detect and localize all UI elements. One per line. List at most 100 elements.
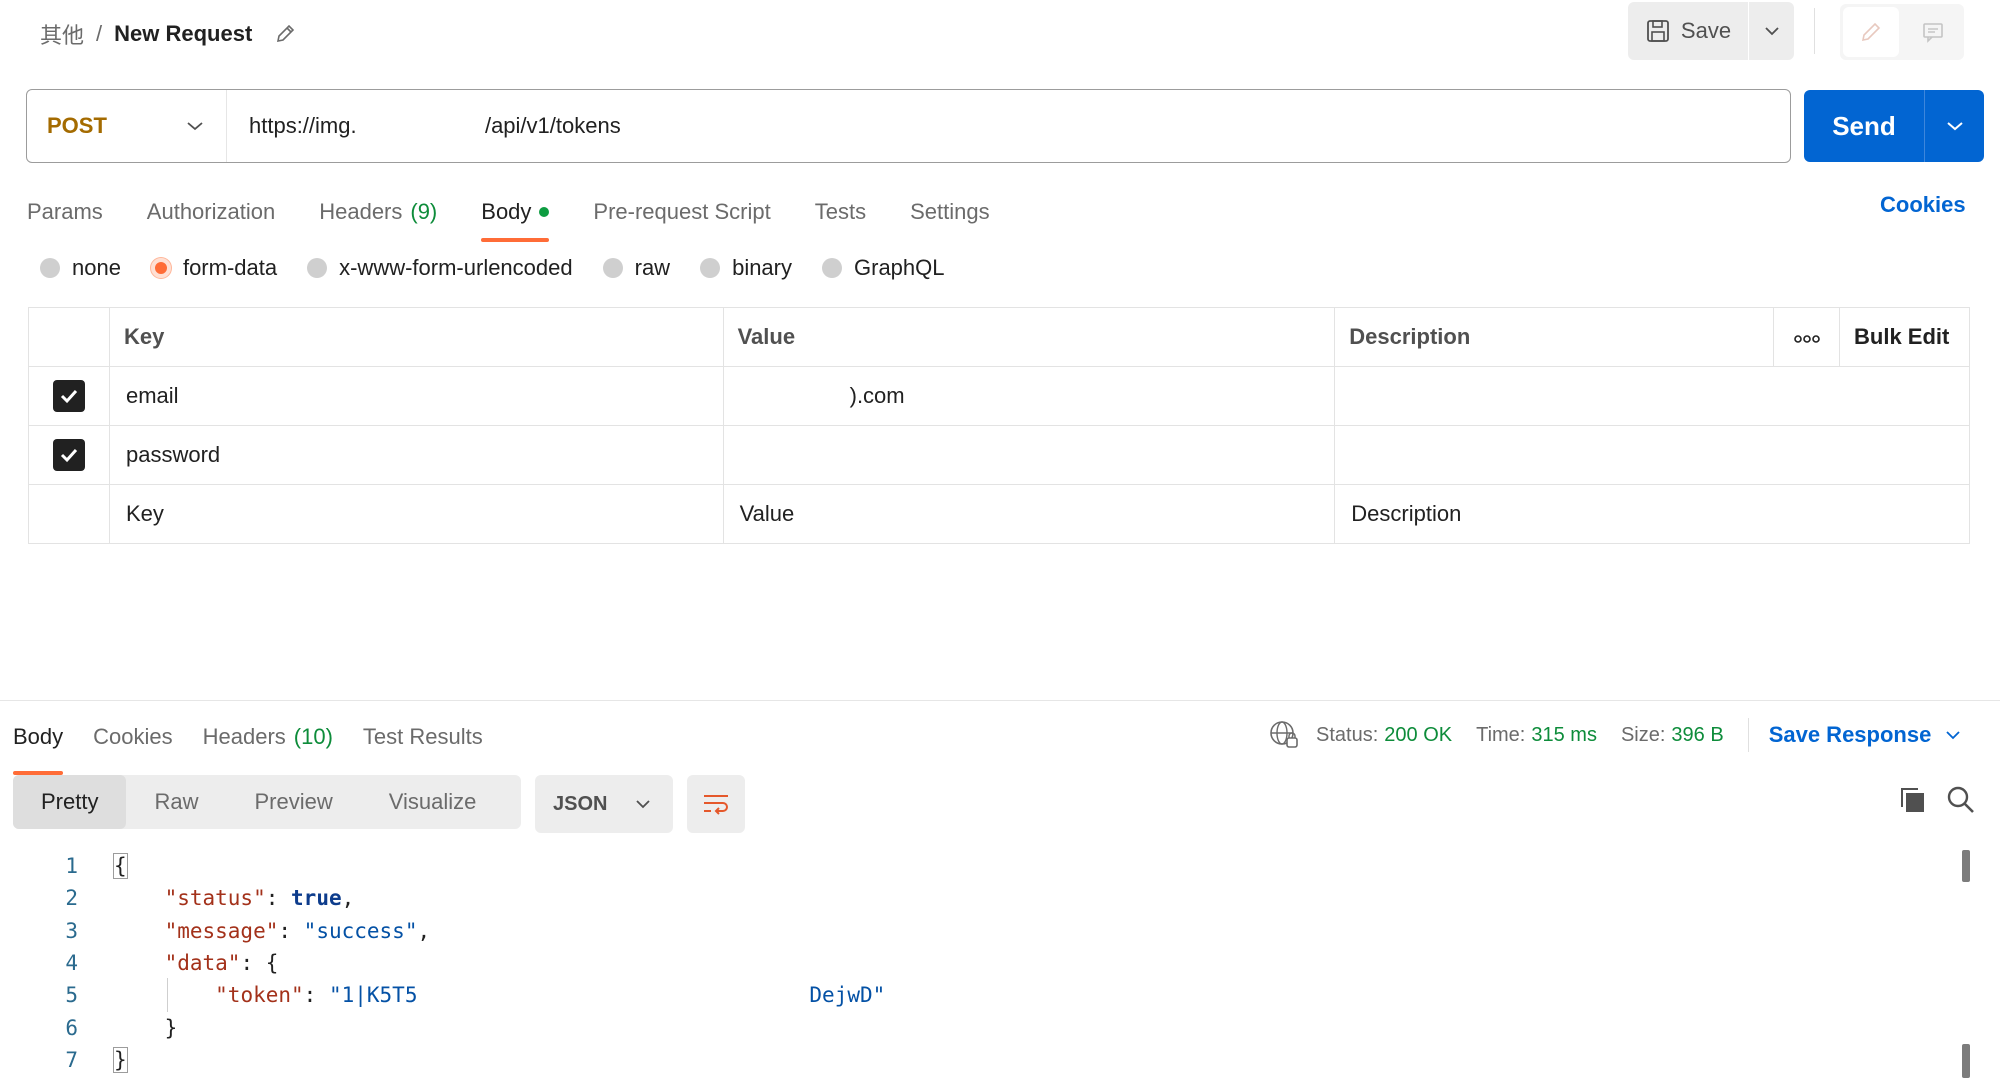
request-name[interactable]: New Request (114, 21, 252, 47)
tab-tests[interactable]: Tests (815, 190, 866, 234)
code-line: 4 "data": { (0, 947, 1990, 979)
response-tools (1898, 785, 1976, 815)
tab-body[interactable]: Body (481, 190, 550, 242)
json-key: "data" (164, 951, 241, 976)
code-text: { (78, 853, 128, 880)
radio-form-data[interactable]: form-data (150, 255, 278, 281)
save-button[interactable]: Save (1628, 2, 1748, 60)
radio-circle (40, 258, 60, 278)
new-key-input[interactable]: Key (108, 484, 724, 544)
resp-tab-cookies[interactable]: Cookies (93, 715, 172, 759)
row-checkbox-cell (28, 366, 110, 426)
row-value[interactable] (722, 425, 1336, 485)
line-number: 4 (65, 951, 78, 976)
send-options-chevron-icon[interactable] (1924, 90, 1984, 162)
radio-binary[interactable]: binary (700, 255, 792, 281)
response-tabs: Body Cookies Headers (10) Test Results (13, 715, 513, 775)
code-text: "message": "success", (164, 918, 431, 943)
response-code-view[interactable]: 1 { 2 "status": true, 3 "message": "succ… (0, 850, 1990, 1078)
comments-icon[interactable] (1902, 4, 1964, 60)
row-key[interactable]: email (108, 366, 724, 426)
row-description[interactable] (1334, 366, 1970, 426)
url-input[interactable]: https://img. /api/v1/tokens (227, 113, 621, 139)
line-number: 2 (65, 886, 78, 911)
header-key: Key (108, 307, 724, 367)
radio-graphql[interactable]: GraphQL (822, 255, 945, 281)
size-label: Size: (1620, 723, 1666, 746)
send-button[interactable]: Send (1804, 90, 1924, 162)
tab-authorization[interactable]: Authorization (147, 190, 275, 234)
wrap-lines-icon[interactable] (687, 775, 745, 833)
format-select[interactable]: JSON (535, 775, 673, 833)
view-visualize-button[interactable]: Visualize (361, 775, 505, 829)
row-checkbox[interactable] (53, 439, 85, 471)
breadcrumb-separator: / (96, 21, 103, 46)
size-value[interactable]: 396 B (1671, 724, 1723, 747)
view-mode-segmented: Pretty Raw Preview Visualize (13, 775, 521, 829)
rename-pencil-icon[interactable] (274, 23, 296, 45)
resp-tab-test-results[interactable]: Test Results (363, 715, 483, 759)
save-response-button[interactable]: Save Response (1769, 722, 1962, 748)
code-text: "data": { (164, 951, 279, 976)
resp-tab-body[interactable]: Body (13, 715, 64, 775)
radio-circle (602, 258, 623, 278)
radio-raw[interactable]: raw (602, 255, 670, 281)
save-options-chevron-icon[interactable] (1748, 2, 1794, 60)
globe-network-icon[interactable] (1268, 719, 1300, 751)
request-tabs: Params Authorization Headers (9) Body Pr… (27, 190, 1034, 242)
scrollbar-thumb-bottom[interactable] (1962, 1044, 1970, 1078)
tab-params[interactable]: Params (27, 190, 103, 234)
view-raw-button[interactable]: Raw (126, 775, 226, 829)
breadcrumb-parent[interactable]: 其他 (40, 18, 84, 50)
response-status: Status: 200 OK Time: 315 ms Size: 396 B … (1268, 718, 1961, 752)
method-chevron-down-icon (187, 122, 203, 131)
new-description-input[interactable]: Description (1334, 484, 1970, 544)
cookies-link[interactable]: Cookies (1880, 192, 1966, 218)
row-value[interactable]: ).com (722, 366, 1336, 426)
open-brace: { (113, 853, 128, 880)
bulk-edit-button[interactable]: Bulk Edit (1839, 307, 1970, 367)
breadcrumb: 其他 / New Request (40, 18, 296, 50)
header-description: Description (1334, 307, 1775, 367)
save-response-chevron-down-icon (1946, 731, 1960, 740)
view-preview-button[interactable]: Preview (226, 775, 360, 829)
response-divider[interactable] (0, 700, 2000, 701)
new-value-input[interactable]: Value (722, 484, 1336, 544)
scrollbar-thumb-top[interactable] (1962, 850, 1970, 882)
radio-label: form-data (182, 255, 278, 280)
status-value[interactable]: 200 OK (1384, 724, 1452, 747)
row-checkbox[interactable] (53, 380, 85, 412)
radio-label: none (72, 255, 121, 280)
more-options-icon[interactable] (1773, 307, 1840, 367)
row-description[interactable] (1334, 425, 1970, 485)
header-checkbox-col (28, 307, 110, 367)
time-value[interactable]: 315 ms (1531, 724, 1597, 747)
line-number: 3 (65, 918, 78, 943)
time-label: Time: (1476, 723, 1526, 746)
radio-label: GraphQL (854, 255, 945, 280)
url-bar: POST https://img. /api/v1/tokens (26, 89, 1791, 163)
edit-pencil-icon[interactable] (1843, 7, 1899, 57)
resp-tab-headers-count: (10) (293, 724, 333, 749)
code-line: 7 } (0, 1044, 1990, 1076)
tab-headers-label: Headers (319, 199, 403, 224)
search-icon[interactable] (1946, 785, 1976, 815)
tab-prerequest-script[interactable]: Pre-request Script (593, 190, 770, 234)
radio-urlencoded[interactable]: x-www-form-urlencoded (307, 255, 573, 281)
top-bar: 其他 / New Request Save (0, 0, 2000, 64)
radio-none[interactable]: none (40, 255, 121, 281)
json-key: "status" (164, 886, 266, 911)
tab-settings[interactable]: Settings (910, 190, 990, 234)
tab-headers[interactable]: Headers (9) (319, 190, 437, 234)
code-line: 2 "status": true, (0, 882, 1990, 914)
row-key[interactable]: password (108, 425, 724, 485)
format-chevron-down-icon (636, 800, 650, 809)
view-pretty-button[interactable]: Pretty (13, 775, 127, 829)
resp-tab-headers[interactable]: Headers (10) (203, 715, 333, 759)
toolbar-divider (1814, 8, 1815, 54)
table-row-empty: Key Value Description (28, 484, 1970, 544)
method-select[interactable]: POST (27, 90, 227, 162)
line-number: 7 (65, 1047, 78, 1072)
copy-icon[interactable] (1898, 785, 1928, 815)
code-text: } (78, 1016, 178, 1040)
